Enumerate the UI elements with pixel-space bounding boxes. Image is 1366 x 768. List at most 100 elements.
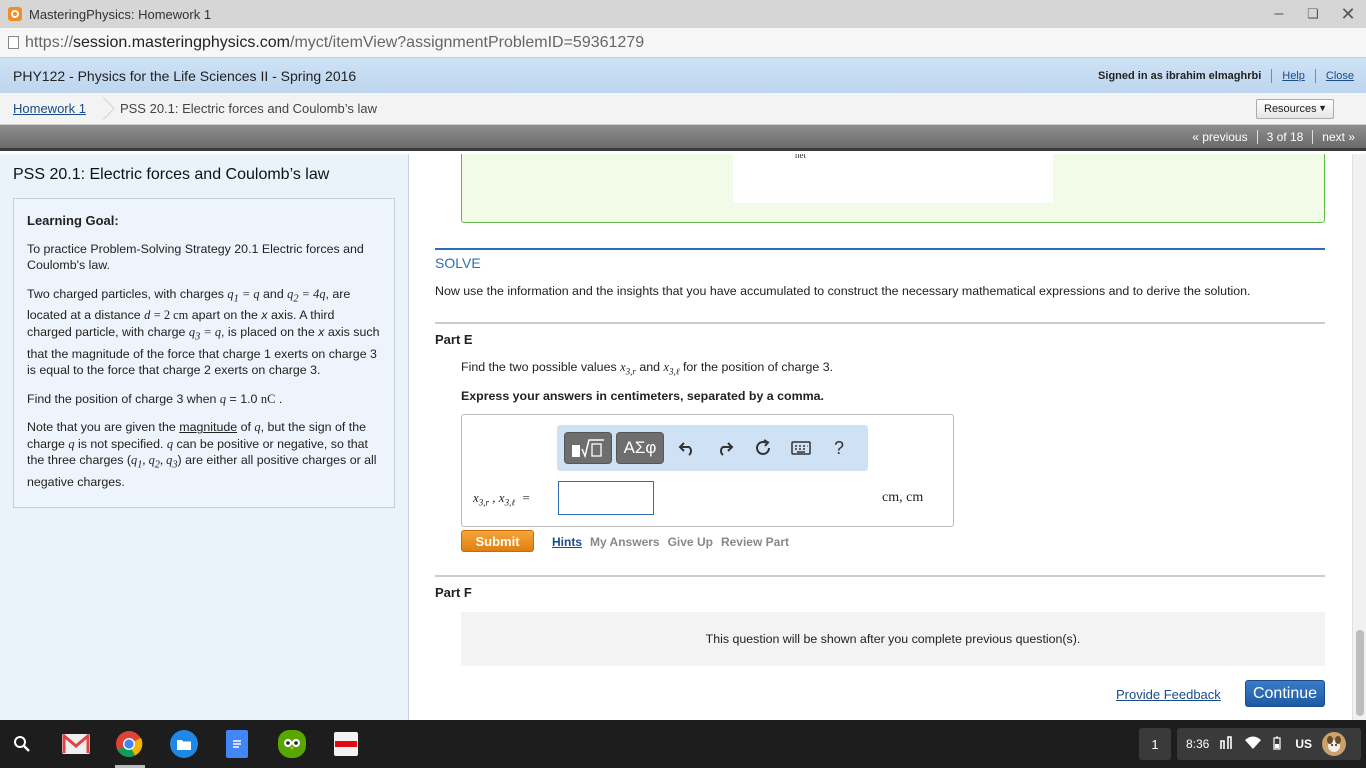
- text: is not specified.: [78, 436, 164, 451]
- continue-button[interactable]: Continue: [1245, 680, 1325, 707]
- goal-paragraph: To practice Problem-Solving Strategy 20.…: [27, 241, 364, 273]
- minimize-icon[interactable]: –: [1262, 0, 1296, 28]
- text: for the position of charge 3.: [682, 360, 834, 374]
- text: Find the position of charge 3 when: [27, 391, 217, 406]
- divider: [1256, 129, 1258, 144]
- greek-symbols-button[interactable]: ΑΣφ: [616, 432, 664, 464]
- problem-content: net SOLVE Now use the information and th…: [410, 154, 1352, 720]
- url-path: /myct/itemView?assignmentProblemID=59361…: [290, 33, 645, 51]
- math: q: [68, 436, 75, 451]
- math: d: [144, 308, 151, 323]
- address-bar[interactable]: https://session.masteringphysics.com/myc…: [0, 28, 1366, 58]
- close-link[interactable]: Close: [1326, 70, 1354, 82]
- part-e-question: Find the two possible values x3,r and x3…: [461, 360, 833, 376]
- math: q: [219, 391, 227, 406]
- breadcrumb-chevron-icon: [96, 93, 110, 125]
- close-window-icon[interactable]: ✕: [1331, 0, 1365, 28]
- divider: [1271, 68, 1273, 83]
- solve-divider: [435, 248, 1325, 250]
- system-tray[interactable]: 8:36 US: [1177, 728, 1361, 760]
- clock: 8:36: [1186, 737, 1210, 751]
- my-answers-link[interactable]: My Answers: [590, 535, 660, 549]
- search-icon[interactable]: [8, 730, 36, 758]
- give-up-link[interactable]: Give Up: [668, 535, 713, 549]
- part-f-label: Part F: [435, 585, 472, 600]
- text: of: [240, 420, 251, 435]
- undo-icon[interactable]: [668, 432, 706, 464]
- math: q1 = q: [227, 286, 260, 304]
- battery-icon: [1273, 736, 1281, 753]
- part-e-label: Part E: [435, 332, 473, 347]
- network-icon: [1219, 735, 1233, 753]
- problem-paragraph: Two charged particles, with charges q1 =…: [27, 286, 381, 379]
- find-paragraph: Find the position of charge 3 when q = 1…: [27, 391, 283, 406]
- text: Find the two possible values: [461, 360, 617, 374]
- answer-actions: Hints My Answers Give Up Review Part: [552, 535, 789, 549]
- problem-position: 3 of 18: [1266, 129, 1304, 144]
- provide-feedback-link[interactable]: Provide Feedback: [1116, 687, 1221, 702]
- window-title: MasteringPhysics: Homework 1: [29, 6, 212, 22]
- math: x: [318, 324, 325, 339]
- answer-box: ΑΣφ ? x3,r , x3,ℓ = cm, cm: [461, 414, 954, 527]
- submit-button[interactable]: Submit: [461, 530, 534, 552]
- url-text[interactable]: https://session.masteringphysics.com/myc…: [25, 34, 644, 52]
- next-link[interactable]: next »: [1322, 130, 1355, 144]
- text: apart on the: [191, 308, 258, 323]
- scrollbar-thumb[interactable]: [1356, 630, 1364, 716]
- mastering-logo-icon: [8, 7, 22, 21]
- scrollbar[interactable]: [1352, 154, 1366, 720]
- files-icon[interactable]: [170, 730, 198, 758]
- wifi-icon: [1245, 736, 1262, 752]
- window-title-bar: MasteringPhysics: Homework 1 – ❏ ✕: [0, 0, 1366, 28]
- course-title: PHY122 - Physics for the Life Sciences I…: [13, 67, 357, 84]
- answer-input[interactable]: [558, 481, 654, 515]
- previous-link[interactable]: « previous: [1192, 130, 1247, 144]
- gmail-icon[interactable]: [62, 730, 90, 758]
- unit-label: cm, cm: [882, 490, 924, 505]
- math: = 2 cm: [153, 308, 189, 323]
- note-paragraph: Note that you are given the magnitude of…: [27, 419, 381, 490]
- dropdown-caret-icon: ▼: [1318, 103, 1327, 113]
- magnitude-link[interactable]: magnitude: [179, 420, 237, 434]
- docs-icon[interactable]: [226, 730, 248, 758]
- text: and: [263, 286, 284, 301]
- part-divider: [435, 322, 1325, 324]
- solve-text: Now use the information and the insights…: [435, 284, 1251, 298]
- math-toolbar: ΑΣφ ?: [557, 425, 868, 471]
- text: Note that you are given the: [27, 420, 176, 435]
- keyboard-icon[interactable]: [782, 432, 820, 464]
- divider: [1314, 68, 1316, 83]
- math: x3,ℓ: [663, 360, 680, 377]
- breadcrumb-homework-link[interactable]: Homework 1: [13, 101, 86, 116]
- text: and: [639, 360, 661, 374]
- answer-instruction: Express your answers in centimeters, sep…: [461, 389, 824, 403]
- learning-goal-heading: Learning Goal:: [27, 213, 119, 228]
- url-host: session.masteringphysics.com: [73, 33, 290, 51]
- reset-icon[interactable]: [744, 432, 782, 464]
- chrome-icon[interactable]: [115, 730, 143, 758]
- redo-icon[interactable]: [706, 432, 744, 464]
- review-part-link[interactable]: Review Part: [721, 535, 789, 549]
- signed-in-text: Signed in as ibrahim elmaghrbi: [1098, 69, 1262, 82]
- help-link[interactable]: Help: [1282, 70, 1305, 82]
- restore-icon[interactable]: ❏: [1296, 0, 1330, 28]
- page-icon: [8, 36, 19, 49]
- math: x: [261, 308, 268, 323]
- text: Two charged particles, with charges: [27, 286, 224, 301]
- help-icon[interactable]: ?: [820, 432, 858, 464]
- netflix-icon[interactable]: [334, 732, 358, 756]
- hints-link[interactable]: Hints: [552, 535, 582, 549]
- learning-goal-panel: PSS 20.1: Electric forces and Coulomb’s …: [0, 154, 409, 720]
- problem-navigation-bar: « previous 3 of 18 next »: [0, 125, 1366, 151]
- templates-icon[interactable]: [564, 432, 612, 464]
- resources-dropdown[interactable]: Resources ▼: [1256, 99, 1334, 119]
- resources-label: Resources: [1264, 103, 1317, 115]
- avatar-icon[interactable]: [1322, 732, 1347, 756]
- math: q3 = q: [188, 324, 222, 343]
- text: = 1.0: [229, 391, 258, 406]
- notification-badge[interactable]: 1: [1139, 728, 1171, 760]
- duolingo-icon[interactable]: [278, 730, 306, 758]
- math: nC: [260, 391, 276, 406]
- course-header: PHY122 - Physics for the Life Sciences I…: [0, 58, 1366, 93]
- feedback-correct-box: net: [461, 154, 1325, 223]
